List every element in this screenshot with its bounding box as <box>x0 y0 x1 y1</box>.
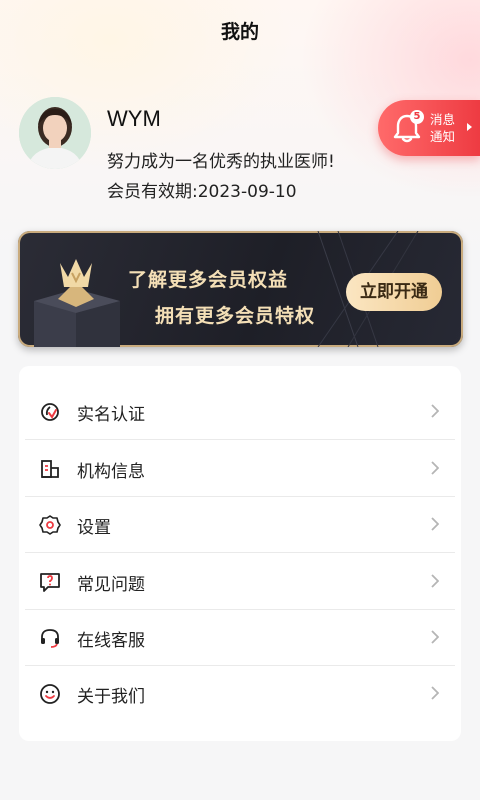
notification-count-badge: 5 <box>410 110 424 124</box>
avatar-image <box>19 97 91 169</box>
menu-item-label: 机构信息 <box>77 462 145 482</box>
avatar[interactable] <box>19 97 91 169</box>
chevron-right-icon <box>431 461 439 475</box>
menu-item-online-service[interactable]: 在线客服 <box>25 610 455 666</box>
menu-item-institution-info[interactable]: 机构信息 <box>25 441 455 497</box>
user-name: WYM <box>107 106 161 131</box>
notification-label-line1: 消息 <box>430 112 456 127</box>
settings-menu: 实名认证 机构信息 设置 常见问题 在线客服 关于我们 <box>19 366 461 741</box>
notification-label: 消息 通知 <box>430 111 464 145</box>
chevron-right-icon <box>431 574 439 588</box>
notification-label-line2: 通知 <box>430 129 456 144</box>
menu-item-label: 在线客服 <box>77 631 145 651</box>
chevron-right-icon <box>431 630 439 644</box>
expiry-date: 2023-09-10 <box>197 182 297 202</box>
menu-item-label: 实名认证 <box>77 405 145 425</box>
gear-icon <box>39 515 61 535</box>
smile-icon <box>40 684 60 704</box>
vip-banner[interactable]: 了解更多会员权益 拥有更多会员特权 立即开通 <box>18 231 463 347</box>
headset-icon <box>41 629 59 648</box>
menu-item-faq[interactable]: 常见问题 <box>25 554 455 610</box>
user-motto: 努力成为一名优秀的执业医师! <box>107 152 335 172</box>
menu-item-label: 设置 <box>77 518 111 538</box>
membership-expiry: 会员有效期:2023-09-10 <box>107 177 297 202</box>
menu-item-settings[interactable]: 设置 <box>25 497 455 553</box>
chevron-right-icon <box>431 686 439 700</box>
divider <box>25 552 455 553</box>
menu-item-real-name-auth[interactable]: 实名认证 <box>25 384 455 440</box>
vip-banner-line2: 拥有更多会员特权 <box>155 305 316 327</box>
expiry-label: 会员有效期: <box>107 182 198 202</box>
chevron-right-icon <box>431 517 439 531</box>
chevron-right-icon <box>431 404 439 418</box>
question-icon <box>40 573 60 592</box>
open-membership-button[interactable]: 立即开通 <box>346 273 442 311</box>
menu-item-label: 常见问题 <box>77 575 145 595</box>
vip-banner-line1: 了解更多会员权益 <box>128 269 289 291</box>
caret-right-icon <box>467 123 472 131</box>
menu-item-about-us[interactable]: 关于我们 <box>25 666 455 722</box>
page-title: 我的 <box>220 21 259 43</box>
divider <box>25 439 455 440</box>
building-icon <box>41 460 59 478</box>
id-verify-icon <box>41 403 59 421</box>
menu-item-label: 关于我们 <box>77 687 145 707</box>
notification-button[interactable]: 5 消息 通知 <box>378 100 480 156</box>
